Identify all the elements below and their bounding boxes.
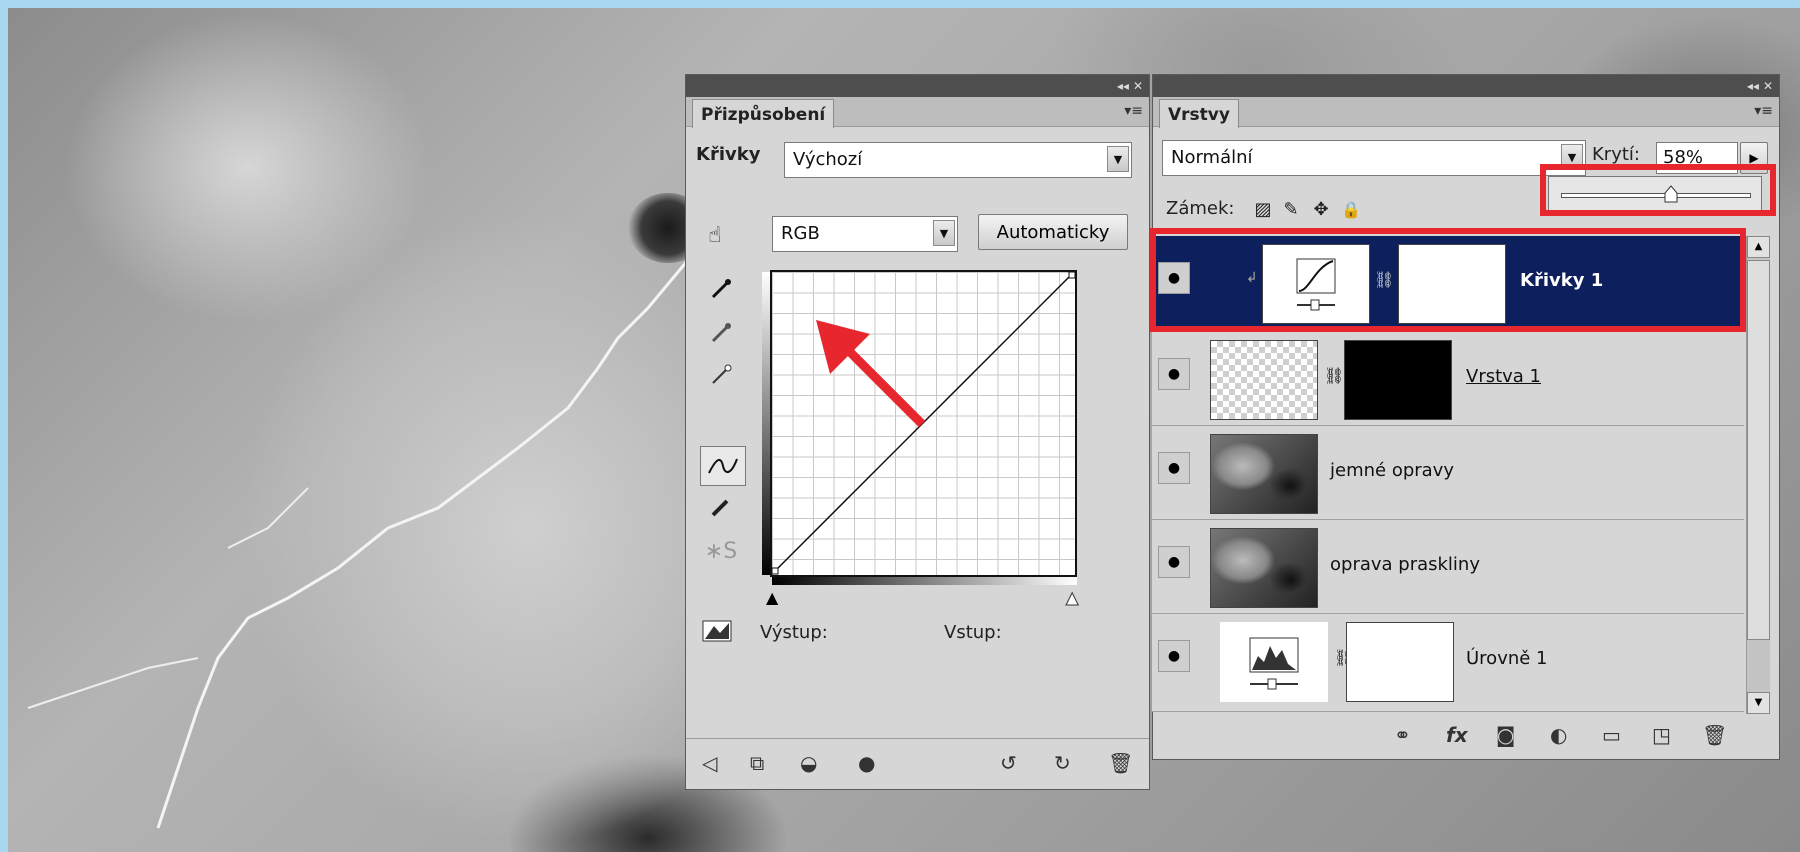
chevron-down-icon[interactable]: ▼ [1561, 144, 1583, 170]
opacity-input[interactable]: 58% [1656, 142, 1738, 174]
opacity-value: 58% [1663, 147, 1704, 168]
layer-row[interactable]: ● jemné opravy [1152, 426, 1744, 520]
channel-value: RGB [781, 223, 820, 244]
lock-label: Zámek: [1166, 198, 1235, 219]
eye-icon[interactable]: ● [1158, 358, 1190, 390]
view-previous-icon[interactable]: ↺ [1000, 751, 1017, 775]
new-adjustment-icon[interactable]: ◐ [1550, 723, 1567, 747]
add-mask-icon[interactable]: ◙ [1496, 723, 1515, 747]
fx-icon[interactable]: fx [1446, 723, 1468, 747]
scroll-up-icon[interactable]: ▲ [1747, 236, 1770, 258]
back-arrow-icon[interactable]: ◁ [702, 751, 717, 775]
expand-view-icon[interactable]: ⧉ [750, 751, 764, 775]
layer-thumbnail[interactable] [1210, 434, 1318, 514]
clip-to-layer-icon[interactable]: ◒ [800, 751, 817, 775]
layer-thumbnail[interactable] [1210, 528, 1318, 608]
panel-menu-icon[interactable]: ▾≡ [1754, 103, 1773, 119]
preset-label: Křivky [696, 144, 761, 165]
eye-icon[interactable]: ● [1158, 452, 1190, 484]
input-gradient-bar [772, 577, 1077, 585]
curve-point-white[interactable] [1068, 272, 1075, 279]
layer-mask-thumbnail[interactable] [1346, 622, 1454, 702]
tab-adjustments[interactable]: Přizpůsobení [692, 99, 835, 128]
output-gradient-bar [762, 272, 770, 575]
lock-all-icon[interactable]: 🔒 [1334, 192, 1368, 226]
on-image-adjust-icon[interactable]: ☝ [698, 218, 732, 252]
annotation-arrow [816, 320, 926, 428]
channel-select[interactable]: RGB ▼ [772, 216, 958, 252]
blend-mode-select[interactable]: Normální ▼ [1162, 140, 1586, 176]
panel-divider [686, 738, 1149, 739]
preset-select[interactable]: Výchozí ▼ [784, 142, 1132, 178]
chevron-down-icon[interactable]: ▼ [1107, 146, 1129, 172]
layer-name[interactable]: Vrstva 1 [1466, 366, 1541, 387]
blend-mode-value: Normální [1171, 147, 1253, 168]
close-icon[interactable]: ✕ [1133, 79, 1143, 93]
clipping-warning-icon[interactable] [700, 614, 734, 648]
eye-icon[interactable]: ● [1158, 546, 1190, 578]
opacity-label: Krytí: [1592, 144, 1640, 165]
layer-name[interactable]: Křivky 1 [1520, 270, 1603, 291]
opacity-slider-popup[interactable] [1548, 176, 1762, 214]
black-eyedropper-icon[interactable] [704, 272, 738, 306]
pencil-tool-icon[interactable] [704, 490, 738, 524]
new-layer-icon[interactable]: ◳ [1652, 723, 1671, 747]
panel-titlebar[interactable]: ◂◂ ✕ [1153, 75, 1779, 97]
levels-adjustment-thumbnail[interactable] [1220, 622, 1328, 702]
layer-mask-thumbnail[interactable] [1398, 244, 1506, 324]
collapse-icon[interactable]: ◂◂ [1747, 79, 1759, 93]
layer-mask-thumbnail[interactable] [1344, 340, 1452, 420]
eye-icon[interactable]: ● [1158, 262, 1190, 294]
curves-adjustment-thumbnail[interactable] [1262, 244, 1370, 324]
output-label: Výstup: [760, 622, 828, 643]
new-group-icon[interactable]: ▭ [1602, 723, 1621, 747]
clip-arrow-icon: ↲ [1246, 270, 1258, 286]
auto-button[interactable]: Automaticky [978, 214, 1128, 250]
layers-scrollbar[interactable]: ▲ ▼ [1746, 236, 1770, 714]
layer-row[interactable]: ● ↲ ⛓ Křivky 1 [1152, 236, 1744, 330]
white-point-slider-icon[interactable]: ▲ [1065, 588, 1078, 608]
layer-name[interactable]: Úrovně 1 [1466, 648, 1548, 669]
opacity-slider-track[interactable] [1561, 193, 1751, 198]
mask-link-icon[interactable]: ⛓ [1374, 270, 1394, 289]
layer-thumbnail[interactable] [1210, 340, 1318, 420]
trash-icon[interactable]: 🗑 [1702, 723, 1727, 747]
tab-layers[interactable]: Vrstvy [1159, 99, 1239, 128]
black-point-slider-icon[interactable]: ▲ [766, 588, 778, 607]
gray-eyedropper-icon[interactable] [704, 316, 738, 350]
layer-name[interactable]: oprava praskliny [1330, 554, 1480, 575]
link-layers-icon[interactable]: ⚭ [1394, 723, 1411, 747]
mask-link-icon[interactable]: ⛓ [1324, 366, 1344, 385]
layer-row[interactable]: ● ⛓ Úrovně 1 [1152, 614, 1744, 712]
preset-value: Výchozí [793, 149, 863, 170]
opacity-slider-thumb[interactable] [1664, 185, 1678, 203]
input-label: Vstup: [944, 622, 1002, 643]
reset-icon[interactable]: ↻ [1054, 751, 1071, 775]
panel-menu-icon[interactable]: ▾≡ [1124, 103, 1143, 119]
layers-footer: ⚭ fx ◙ ◐ ▭ ◳ 🗑 [1380, 718, 1770, 752]
collapse-icon[interactable]: ◂◂ [1117, 79, 1129, 93]
opacity-slider-toggle[interactable]: ▶ [1740, 142, 1768, 174]
lock-position-icon[interactable]: ✥ [1304, 192, 1338, 226]
close-icon[interactable]: ✕ [1763, 79, 1773, 93]
trash-icon[interactable]: 🗑 [1108, 751, 1133, 775]
white-eyedropper-icon[interactable] [704, 358, 738, 392]
smooth-curve-icon[interactable]: ∗S [704, 534, 738, 568]
layer-name[interactable]: jemné opravy [1330, 460, 1454, 481]
layer-row[interactable]: ● oprava praskliny [1152, 520, 1744, 614]
lock-image-icon[interactable]: ✎ [1274, 192, 1308, 226]
eye-icon[interactable]: ● [1158, 640, 1190, 672]
eye-icon[interactable]: ● [858, 751, 875, 775]
curve-point-tool-icon[interactable] [700, 446, 746, 486]
chevron-down-icon[interactable]: ▼ [933, 220, 955, 246]
layer-row[interactable]: ● ⛓ Vrstva 1 [1152, 332, 1744, 426]
scrollbar-thumb[interactable] [1747, 260, 1770, 640]
curve-point-black[interactable] [772, 567, 779, 575]
adjustments-footer: ◁ ⧉ ◒ ● ↺ ↻ 🗑 [700, 748, 1140, 778]
scroll-down-icon[interactable]: ▼ [1747, 692, 1770, 714]
panel-titlebar[interactable]: ◂◂ ✕ [686, 75, 1149, 97]
